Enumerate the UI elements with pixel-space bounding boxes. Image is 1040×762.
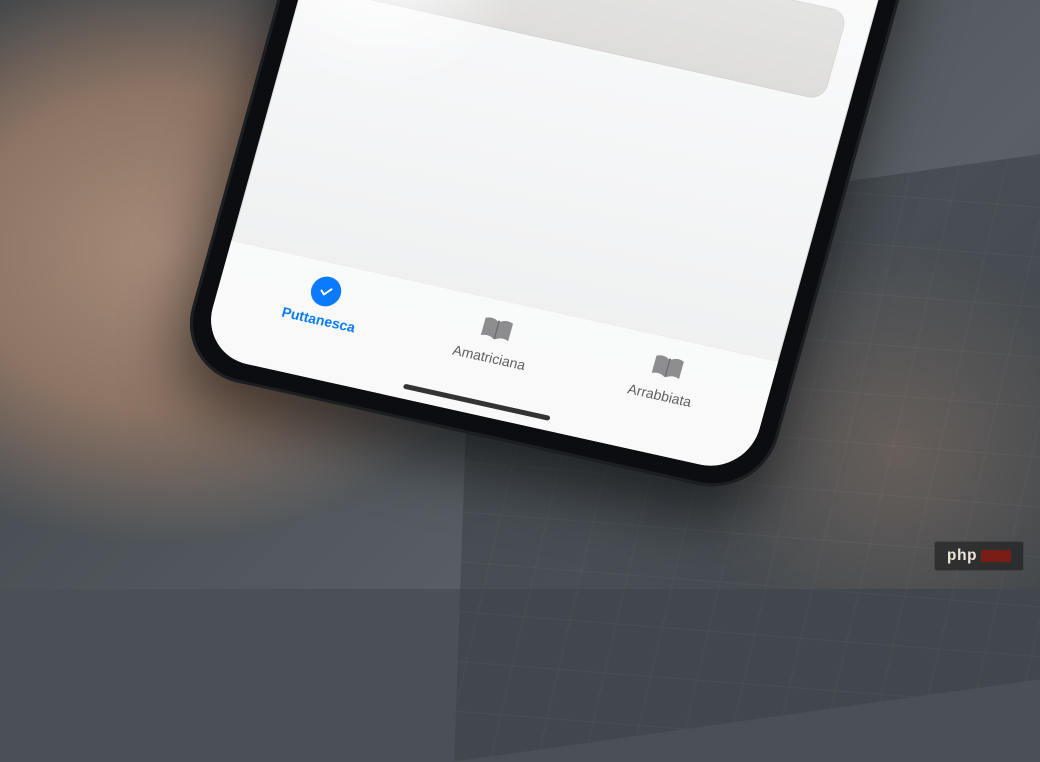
related-card-placeholder[interactable] — [328, 0, 849, 100]
photo-background: … 15 minutes, until sauce thickens. 4. D… — [0, 0, 1040, 589]
tab-label: Arrabbiata — [626, 380, 693, 409]
tab-label: Puttanesca — [280, 304, 357, 336]
book-icon — [647, 349, 688, 385]
tab-label: Amatriciana — [451, 342, 527, 373]
check-circle-icon — [306, 273, 347, 309]
book-icon — [476, 311, 517, 347]
watermark-redacted — [981, 550, 1011, 562]
watermark-badge: php — [934, 541, 1024, 571]
watermark-text: php — [947, 547, 977, 565]
